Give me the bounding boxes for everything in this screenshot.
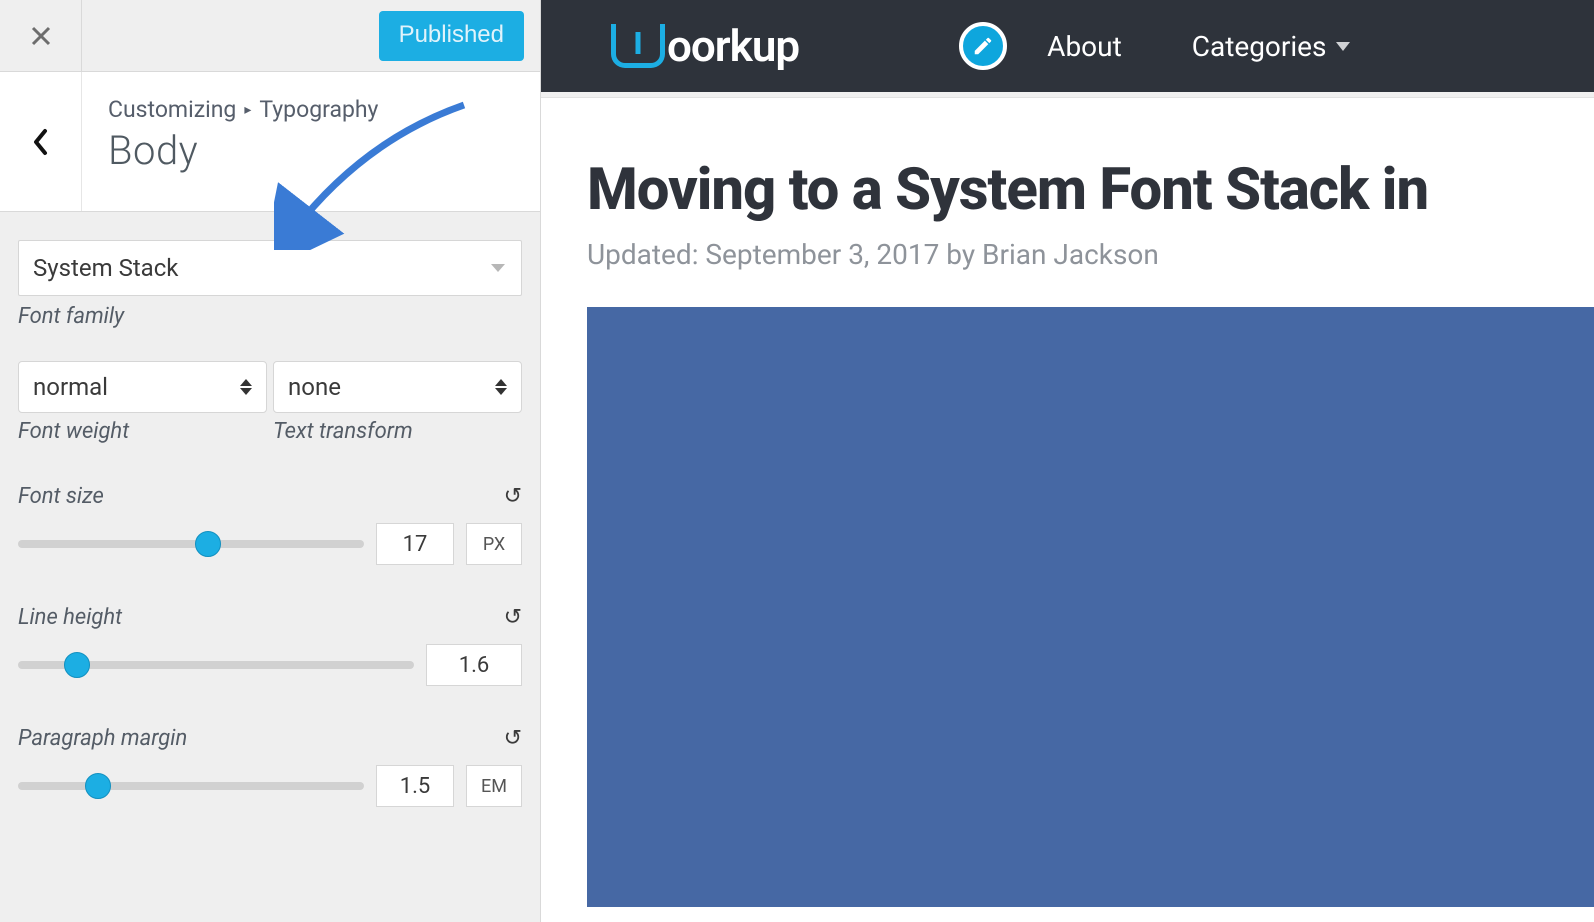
breadcrumb-section: Typography (259, 96, 378, 123)
pencil-icon (972, 35, 994, 57)
chevron-left-icon (31, 128, 51, 156)
article-meta: Updated: September 3, 2017 by Brian Jack… (587, 238, 1594, 271)
chevron-down-icon (1336, 42, 1350, 51)
customizer-panel: Published Customizing ▸ Typography Body (0, 0, 541, 922)
article-title: Moving to a System Font Stack in (587, 156, 1594, 224)
sort-caret-icon (240, 379, 252, 395)
breadcrumb-row: Customizing ▸ Typography Body (0, 72, 540, 212)
font-size-label: Font size (18, 484, 104, 509)
line-height-slider[interactable] (18, 655, 414, 675)
nav-categories-label: Categories (1192, 30, 1327, 63)
font-weight-select[interactable]: normal (18, 361, 267, 413)
logo-mark-icon (611, 24, 665, 68)
nav-about[interactable]: About (1047, 30, 1122, 63)
font-family-select[interactable]: System Stack (18, 240, 522, 296)
font-weight-value: normal (33, 373, 108, 401)
line-height-reset[interactable]: ↺ (504, 607, 522, 629)
breadcrumb: Customizing ▸ Typography (108, 96, 516, 123)
paragraph-margin-value[interactable]: 1.5 (376, 765, 454, 807)
text-transform-select[interactable]: none (273, 361, 522, 413)
back-button[interactable] (0, 72, 82, 211)
font-size-reset[interactable]: ↺ (504, 486, 522, 508)
font-family-value: System Stack (33, 254, 178, 282)
edit-shortcut-button[interactable] (959, 22, 1007, 70)
breadcrumb-root: Customizing (108, 96, 236, 123)
paragraph-margin-slider[interactable] (18, 776, 364, 796)
featured-image: A A (587, 307, 1594, 907)
chevron-down-icon (491, 264, 505, 272)
site-logo[interactable]: oorkup (611, 20, 799, 72)
paragraph-margin-reset[interactable]: ↺ (504, 728, 522, 750)
font-size-value[interactable]: 17 (376, 523, 454, 565)
nav-categories[interactable]: Categories (1192, 30, 1351, 63)
logo-text: oorkup (667, 20, 799, 72)
sort-caret-icon (495, 379, 507, 395)
font-size-slider[interactable] (18, 534, 364, 554)
paragraph-margin-label: Paragraph margin (18, 726, 187, 751)
line-height-label: Line height (18, 605, 122, 630)
text-transform-value: none (288, 373, 341, 401)
panel-top-bar: Published (0, 0, 540, 72)
preview-pane: oorkup About Categories Moving to a Syst… (541, 0, 1594, 922)
paragraph-margin-unit[interactable]: EM (466, 765, 522, 807)
close-icon (29, 24, 53, 48)
close-button[interactable] (0, 0, 82, 71)
text-transform-label: Text transform (273, 419, 522, 444)
font-weight-label: Font weight (18, 419, 267, 444)
line-height-value[interactable]: 1.6 (426, 644, 522, 686)
font-family-label: Font family (18, 304, 522, 329)
breadcrumb-separator-icon: ▸ (244, 102, 251, 118)
publish-button[interactable]: Published (379, 11, 524, 61)
page-title: Body (108, 127, 516, 174)
font-size-unit[interactable]: PX (466, 523, 522, 565)
article: Moving to a System Font Stack in Updated… (541, 98, 1594, 907)
site-nav: oorkup About Categories (541, 0, 1594, 92)
